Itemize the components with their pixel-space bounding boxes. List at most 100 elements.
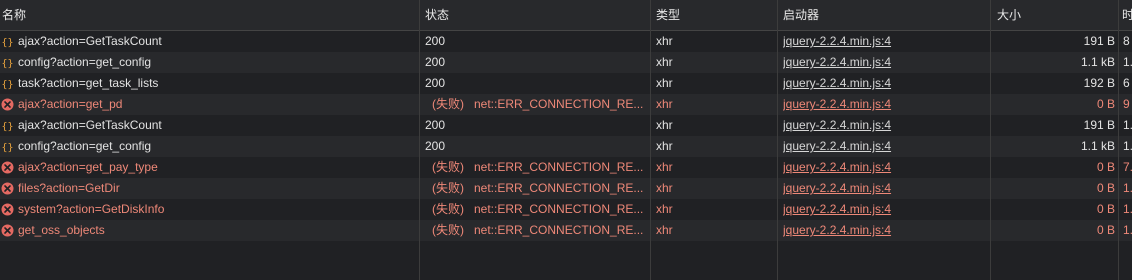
svg-text:{}: {} <box>2 59 14 70</box>
request-size: 191 B <box>1083 118 1115 132</box>
status-error-detail: net::ERR_CONNECTION_RE... <box>474 223 644 237</box>
request-name[interactable]: ajax?action=get_pd <box>18 94 416 115</box>
table-row[interactable]: {} task?action=get_task_lists 200 xhr jquery… <box>0 73 1132 94</box>
error-icon <box>1 224 14 237</box>
column-header-name[interactable]: 名称 <box>2 0 402 30</box>
request-name[interactable]: config?action=get_config <box>18 52 416 73</box>
request-size: 1.1 kB <box>1080 55 1115 69</box>
request-time: 1. <box>1123 202 1132 216</box>
request-size: 0 B <box>1096 202 1115 216</box>
initiator-link[interactable]: jquery-2.2.4.min.js:4 <box>783 199 988 220</box>
request-status: 200 <box>425 52 647 73</box>
request-type: xhr <box>656 97 673 111</box>
xhr-icon: {} <box>1 140 14 154</box>
table-row[interactable]: ajax?action=get_pd (失败) net::ERR_CONNECTIO… <box>0 94 1132 115</box>
column-header-time[interactable]: 时 <box>1122 0 1132 30</box>
table-row[interactable]: files?action=GetDir (失败) net::ERR_CONNECTI… <box>0 178 1132 199</box>
table-row[interactable]: {} config?action=get_config 200 xhr jquery-2… <box>0 136 1132 157</box>
status-text: (失败) <box>432 181 464 195</box>
table-row[interactable]: {} ajax?action=GetTaskCount 200 xhr jquery-2… <box>0 31 1132 52</box>
table-row[interactable]: {} ajax?action=GetTaskCount 200 xhr jquery-2… <box>0 115 1132 136</box>
column-header-size[interactable]: 大小 <box>997 0 1097 30</box>
request-name[interactable]: config?action=get_config <box>18 136 416 157</box>
empty-area <box>0 241 1132 280</box>
request-size: 1.1 kB <box>1080 139 1115 153</box>
table-row[interactable]: {} config?action=get_config 200 xhr jquery-2… <box>0 52 1132 73</box>
column-header-initiator[interactable]: 启动器 <box>783 0 963 30</box>
xhr-icon: {} <box>1 119 14 133</box>
initiator-link[interactable]: jquery-2.2.4.min.js:4 <box>783 94 988 115</box>
table-row[interactable]: ajax?action=get_pay_type (失败) net::ERR_CON… <box>0 157 1132 178</box>
request-status: 200 <box>425 136 647 157</box>
table-row[interactable]: get_oss_objects (失败) net::ERR_CONNECTION_R… <box>0 220 1132 241</box>
request-name[interactable]: get_oss_objects <box>18 220 416 241</box>
initiator-link[interactable]: jquery-2.2.4.min.js:4 <box>783 115 988 136</box>
request-status: (失败) net::ERR_CONNECTION_RE... <box>425 199 647 220</box>
initiator-link[interactable]: jquery-2.2.4.min.js:4 <box>783 136 988 157</box>
request-type: xhr <box>656 139 673 153</box>
initiator-link[interactable]: jquery-2.2.4.min.js:4 <box>783 52 988 73</box>
column-divider[interactable] <box>990 0 991 280</box>
xhr-icon: {} <box>1 56 14 70</box>
request-time: 1. <box>1123 139 1132 153</box>
request-status: (失败) net::ERR_CONNECTION_RE... <box>425 178 647 199</box>
error-icon <box>1 203 14 216</box>
request-time: 1. <box>1123 223 1132 237</box>
request-time: 9 <box>1123 97 1130 111</box>
request-name[interactable]: task?action=get_task_lists <box>18 73 416 94</box>
status-text: 200 <box>425 118 446 132</box>
status-error-detail: net::ERR_CONNECTION_RE... <box>474 202 644 216</box>
svg-text:{}: {} <box>2 80 14 91</box>
request-size: 191 B <box>1083 34 1115 48</box>
status-text: (失败) <box>432 223 464 237</box>
table-row[interactable]: system?action=GetDiskInfo (失败) net::ERR_CO… <box>0 199 1132 220</box>
svg-text:{}: {} <box>2 122 14 133</box>
column-divider[interactable] <box>1118 0 1119 280</box>
request-type: xhr <box>656 118 673 132</box>
initiator-link[interactable]: jquery-2.2.4.min.js:4 <box>783 31 988 52</box>
request-rows: {} ajax?action=GetTaskCount 200 xhr jquery-2… <box>0 31 1132 241</box>
xhr-icon: {} <box>1 35 14 49</box>
network-request-table: 名称 状态 类型 启动器 大小 时 {} ajax?action=GetTaskC… <box>0 0 1132 280</box>
request-type: xhr <box>656 76 673 90</box>
request-name[interactable]: ajax?action=GetTaskCount <box>18 115 416 136</box>
request-size: 0 B <box>1096 97 1115 111</box>
error-icon <box>1 182 14 195</box>
status-text: 200 <box>425 76 446 90</box>
column-header-status[interactable]: 状态 <box>425 0 625 30</box>
request-time: 8 <box>1123 34 1130 48</box>
status-text: (失败) <box>432 97 464 111</box>
initiator-link[interactable]: jquery-2.2.4.min.js:4 <box>783 178 988 199</box>
error-icon <box>1 98 14 111</box>
initiator-link[interactable]: jquery-2.2.4.min.js:4 <box>783 73 988 94</box>
request-name[interactable]: ajax?action=get_pay_type <box>18 157 416 178</box>
request-time: 1. <box>1123 118 1132 132</box>
status-text: (失败) <box>432 160 464 174</box>
column-divider[interactable] <box>419 0 420 280</box>
initiator-link[interactable]: jquery-2.2.4.min.js:4 <box>783 220 988 241</box>
request-status: 200 <box>425 73 647 94</box>
request-type: xhr <box>656 202 673 216</box>
request-status: 200 <box>425 31 647 52</box>
request-name[interactable]: system?action=GetDiskInfo <box>18 199 416 220</box>
column-divider[interactable] <box>777 0 778 280</box>
column-divider[interactable] <box>650 0 651 280</box>
request-status: (失败) net::ERR_CONNECTION_RE... <box>425 94 647 115</box>
request-name[interactable]: files?action=GetDir <box>18 178 416 199</box>
request-size: 0 B <box>1096 160 1115 174</box>
request-size: 192 B <box>1083 76 1115 90</box>
status-text: 200 <box>425 139 446 153</box>
initiator-link[interactable]: jquery-2.2.4.min.js:4 <box>783 157 988 178</box>
request-time: 7. <box>1123 160 1132 174</box>
request-type: xhr <box>656 181 673 195</box>
status-error-detail: net::ERR_CONNECTION_RE... <box>474 97 644 111</box>
error-icon <box>1 161 14 174</box>
xhr-icon: {} <box>1 77 14 91</box>
status-text: (失败) <box>432 202 464 216</box>
svg-text:{}: {} <box>2 38 14 49</box>
request-name[interactable]: ajax?action=GetTaskCount <box>18 31 416 52</box>
column-header-type[interactable]: 类型 <box>656 0 756 30</box>
request-type: xhr <box>656 223 673 237</box>
request-size: 0 B <box>1096 223 1115 237</box>
request-status: (失败) net::ERR_CONNECTION_RE... <box>425 220 647 241</box>
